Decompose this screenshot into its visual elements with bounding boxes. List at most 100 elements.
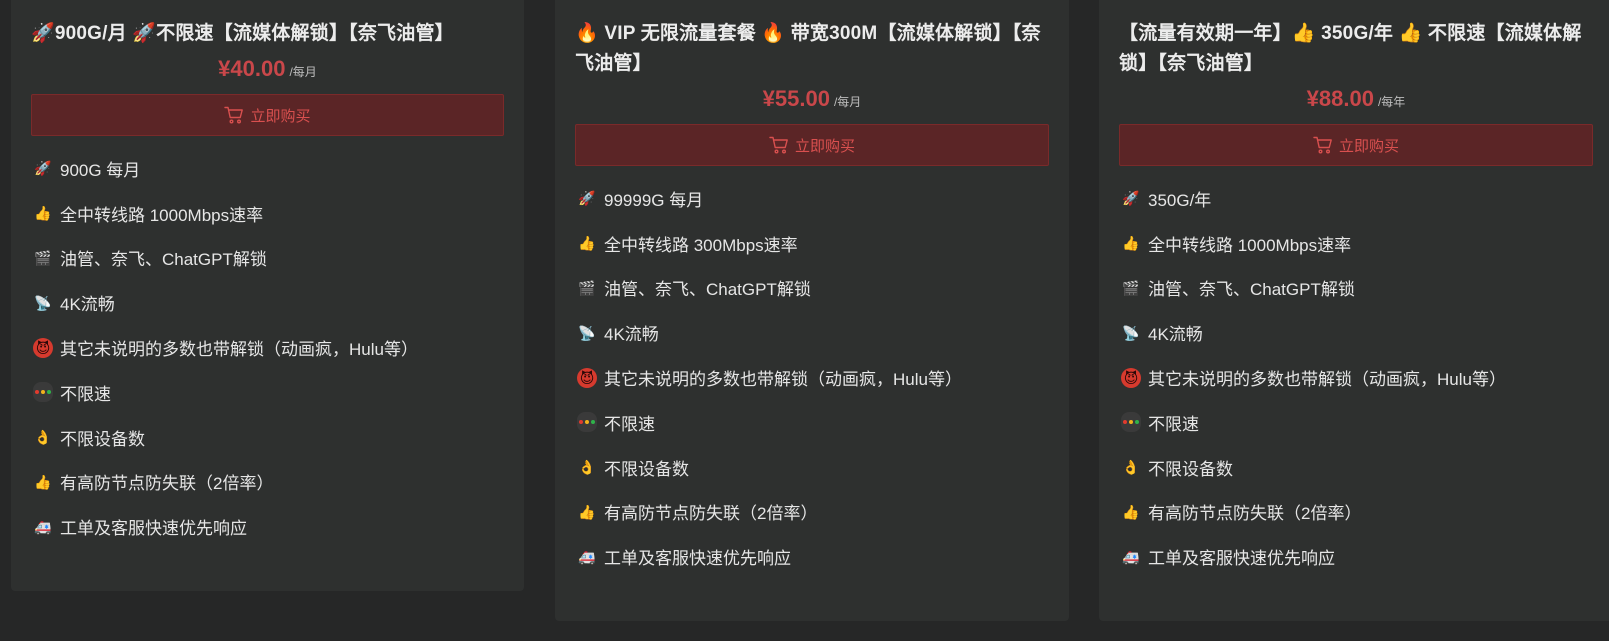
shopping-cart-icon bbox=[1313, 136, 1339, 154]
rocket-icon: 🚀 bbox=[132, 23, 157, 44]
price-unit: /每月 bbox=[833, 95, 862, 109]
buy-now-button[interactable]: 立即购买 bbox=[575, 124, 1049, 166]
thumbs-up-icon: 👍 bbox=[1398, 23, 1423, 44]
plan-price: ¥55.00 bbox=[762, 86, 830, 111]
fire-icon: 🔥 bbox=[575, 23, 599, 44]
ambulance-icon: 🚑 bbox=[34, 518, 52, 535]
feature-text: 全中转线路 1000Mbps速率 bbox=[1148, 235, 1352, 255]
feature-list: 🚀 900G 每月 👍 全中转线路 1000Mbps速率 🎬 油管、奈飞、ChatGPT解… bbox=[31, 146, 504, 549]
thumbs-up-icon: 👍 bbox=[578, 235, 596, 252]
feature-item: 🚀 900G 每月 bbox=[33, 146, 504, 191]
price-row: ¥88.00/每年 bbox=[1119, 83, 1593, 115]
feature-item: 🎬 油管、奈飞、ChatGPT解锁 bbox=[33, 236, 504, 281]
satellite-dish-icon: 📡 bbox=[1122, 324, 1140, 341]
feature-item: 👍 有高防节点防失联（2倍率） bbox=[1121, 490, 1593, 535]
feature-text: 4K流畅 bbox=[1148, 325, 1203, 345]
feature-item: 👍 全中转线路 300Mbps速率 bbox=[577, 221, 1049, 266]
feature-item: 🚑 工单及客服快速优先响应 bbox=[1121, 534, 1593, 579]
feature-item: 🚑 工单及客服快速优先响应 bbox=[33, 504, 504, 549]
feature-text: 不限速 bbox=[1148, 414, 1199, 434]
rocket-icon: 🚀 bbox=[34, 160, 52, 177]
feature-text: 其它未说明的多数也带解锁（动画疯，Hulu等） bbox=[604, 370, 962, 390]
feature-text: 不限设备数 bbox=[1148, 459, 1233, 479]
feature-item: 👍 有高防节点防失联（2倍率） bbox=[577, 490, 1049, 535]
price-row: ¥40.00/每月 bbox=[31, 53, 504, 85]
feature-item: 📡 4K流畅 bbox=[1121, 310, 1593, 355]
satellite-dish-icon: 📡 bbox=[34, 294, 52, 311]
rocket-icon: 🚀 bbox=[1122, 190, 1140, 207]
buy-now-button[interactable]: 立即购买 bbox=[31, 94, 504, 136]
feature-text: 油管、奈飞、ChatGPT解锁 bbox=[60, 250, 267, 270]
clapperboard-icon: 🎬 bbox=[34, 249, 52, 266]
thumbs-up-icon: 👍 bbox=[578, 503, 596, 520]
ambulance-icon: 🚑 bbox=[1122, 548, 1140, 565]
feature-text: 工单及客服快速优先响应 bbox=[60, 519, 247, 539]
feature-item: 😈 其它未说明的多数也带解锁（动画疯，Hulu等） bbox=[1121, 355, 1593, 400]
satellite-dish-icon: 📡 bbox=[578, 324, 596, 341]
feature-item: 🚀 350G/年 bbox=[1121, 176, 1593, 221]
plan-title: 【流量有效期一年】👍 350G/年 👍 不限速【流媒体解锁】【奈飞油管】 bbox=[1119, 19, 1593, 79]
feature-item: 😈 其它未说明的多数也带解锁（动画疯，Hulu等） bbox=[33, 325, 504, 370]
plan-title-text: VIP 无限流量套餐 bbox=[598, 23, 762, 44]
fire-icon: 🔥 bbox=[761, 23, 786, 44]
feature-text: 全中转线路 300Mbps速率 bbox=[604, 235, 798, 255]
shopping-cart-icon bbox=[224, 106, 250, 124]
feature-text: 不限速 bbox=[604, 414, 655, 434]
feature-item: 🎬 油管、奈飞、ChatGPT解锁 bbox=[577, 266, 1049, 311]
feature-text: 工单及客服快速优先响应 bbox=[1148, 549, 1335, 569]
plan-title: 🔥 VIP 无限流量套餐 🔥 带宽300M【流媒体解锁】【奈飞油管】 bbox=[575, 19, 1049, 79]
feature-item: 👍 全中转线路 1000Mbps速率 bbox=[1121, 221, 1593, 266]
devil-face-icon: 😈 bbox=[1121, 367, 1141, 388]
ok-hand-icon: 👌 bbox=[1122, 459, 1140, 476]
feature-item: 👌 不限设备数 bbox=[577, 445, 1049, 490]
feature-item: 👍 有高防节点防失联（2倍率） bbox=[33, 460, 504, 505]
feature-text: 其它未说明的多数也带解锁（动画疯，Hulu等） bbox=[1148, 370, 1506, 390]
ok-hand-icon: 👌 bbox=[578, 459, 596, 476]
clapperboard-icon: 🎬 bbox=[578, 279, 596, 296]
feature-text: 900G 每月 bbox=[60, 160, 141, 180]
feature-text: 4K流畅 bbox=[60, 295, 115, 315]
feature-text: 其它未说明的多数也带解锁（动画疯，Hulu等） bbox=[60, 340, 418, 360]
feature-item: 不限速 bbox=[33, 370, 504, 415]
plan-title-text: 900G/月 bbox=[54, 23, 133, 44]
thumbs-up-icon: 👍 bbox=[34, 205, 52, 222]
feature-text: 有高防节点防失联（2倍率） bbox=[60, 474, 274, 494]
plan-price: ¥88.00 bbox=[1306, 86, 1374, 111]
traffic-light-icon bbox=[33, 382, 53, 403]
plan-title-text: 350G/年 bbox=[1315, 23, 1399, 44]
feature-item: 不限速 bbox=[577, 400, 1049, 445]
plan-card-900g: 🚀900G/月 🚀不限速【流媒体解锁】【奈飞油管】 ¥40.00/每月 立即购买… bbox=[11, 0, 524, 591]
feature-text: 不限设备数 bbox=[60, 429, 145, 449]
buy-now-label: 立即购买 bbox=[250, 107, 311, 125]
feature-text: 有高防节点防失联（2倍率） bbox=[604, 504, 818, 524]
devil-face-icon: 😈 bbox=[33, 337, 53, 358]
feature-text: 全中转线路 1000Mbps速率 bbox=[60, 205, 264, 225]
plan-price: ¥40.00 bbox=[218, 56, 286, 81]
feature-list: 🚀 99999G 每月 👍 全中转线路 300Mbps速率 🎬 油管、奈飞、ChatGPT… bbox=[575, 176, 1049, 579]
price-unit: /每月 bbox=[289, 65, 317, 79]
buy-now-label: 立即购买 bbox=[1338, 137, 1399, 155]
traffic-light-icon bbox=[577, 412, 597, 433]
feature-item: 😈 其它未说明的多数也带解锁（动画疯，Hulu等） bbox=[577, 355, 1049, 400]
traffic-light-icon bbox=[1121, 412, 1141, 433]
feature-item: 👌 不限设备数 bbox=[1121, 445, 1593, 490]
feature-list: 🚀 350G/年 👍 全中转线路 1000Mbps速率 🎬 油管、奈飞、ChatGPT解锁… bbox=[1119, 176, 1593, 579]
clapperboard-icon: 🎬 bbox=[1122, 279, 1140, 296]
plan-card-vip-unlimited: 🔥 VIP 无限流量套餐 🔥 带宽300M【流媒体解锁】【奈飞油管】 ¥55.0… bbox=[555, 0, 1069, 621]
buy-now-button[interactable]: 立即购买 bbox=[1119, 124, 1593, 166]
rocket-icon: 🚀 bbox=[31, 23, 55, 44]
feature-item: 📡 4K流畅 bbox=[33, 280, 504, 325]
plan-title-text: 不限速【流媒体解锁】【奈飞油管】 bbox=[156, 23, 454, 44]
feature-item: 🎬 油管、奈飞、ChatGPT解锁 bbox=[1121, 266, 1593, 311]
feature-text: 有高防节点防失联（2倍率） bbox=[1148, 504, 1362, 524]
plan-title-text: 【流量有效期一年】 bbox=[1119, 23, 1292, 44]
ambulance-icon: 🚑 bbox=[578, 548, 596, 565]
ok-hand-icon: 👌 bbox=[34, 429, 52, 446]
thumbs-up-icon: 👍 bbox=[34, 473, 52, 490]
feature-text: 油管、奈飞、ChatGPT解锁 bbox=[604, 280, 811, 300]
price-row: ¥55.00/每月 bbox=[575, 83, 1049, 115]
feature-item: 📡 4K流畅 bbox=[577, 310, 1049, 355]
thumbs-up-icon: 👍 bbox=[1291, 23, 1316, 44]
feature-item: 不限速 bbox=[1121, 400, 1593, 445]
feature-item: 👍 全中转线路 1000Mbps速率 bbox=[33, 191, 504, 236]
